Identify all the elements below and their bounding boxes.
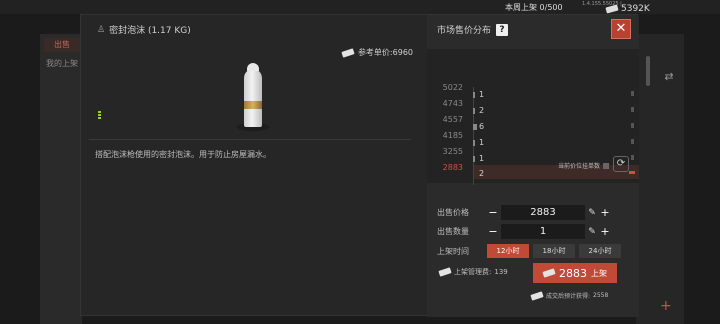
scale-tick	[631, 123, 634, 128]
background-add-icon[interactable]: +	[660, 298, 672, 314]
current-price-orders-option[interactable]: 当前价位挂单数	[558, 161, 609, 170]
price-level: 5022	[442, 83, 463, 92]
item-detail-panel: ♙ 密封泡沫 (1.17 KG) 参考单价: 6960 搭配泡沫枪使用的密封泡沫。…	[81, 15, 427, 317]
count-bar	[473, 108, 475, 114]
scale-tick	[631, 139, 634, 144]
price-input[interactable]: 2883	[501, 205, 585, 220]
price-level: 4557	[442, 115, 463, 124]
pencil-icon[interactable]: ✎	[587, 227, 597, 237]
listing-count: 2	[479, 106, 485, 115]
quantity-row: 出售数量 − 1 ✎ +	[437, 224, 611, 239]
current-price-level: 2883	[442, 163, 463, 172]
divider	[89, 139, 411, 140]
time-option-24h[interactable]: 24小时	[579, 244, 621, 258]
cash-icon	[341, 47, 355, 58]
quantity-label: 出售数量	[437, 227, 469, 236]
checkbox[interactable]	[603, 162, 609, 169]
currency-amount: 5392K	[621, 4, 650, 14]
market-title-text: 市场售价分布	[437, 26, 492, 36]
current-option-label: 当前价位挂单数	[557, 163, 600, 170]
reference-price-label: 参考单价:	[357, 48, 393, 57]
quantity-increase-button[interactable]: +	[599, 225, 611, 238]
list-item-button[interactable]: 2883 上架	[533, 263, 617, 283]
current-price-marker	[629, 171, 635, 174]
item-title: ♙ 密封泡沫 (1.17 KG)	[97, 23, 191, 37]
cash-icon	[438, 267, 452, 277]
listing-count: 1	[479, 90, 485, 99]
currency-display: 5392K	[605, 4, 650, 14]
item-image	[237, 63, 269, 131]
listing-count: 1	[479, 138, 485, 147]
listing-fee-value: 139	[494, 268, 508, 276]
price-decrease-button[interactable]: −	[487, 206, 499, 219]
price-level: 3255	[442, 147, 463, 156]
refresh-icon[interactable]: ⟳	[613, 156, 629, 172]
price-label: 出售价格	[437, 208, 469, 217]
item-rarity-marker	[98, 111, 101, 119]
price-level: 4743	[442, 99, 463, 108]
expected-earnings-value: 2558	[593, 292, 609, 299]
item-tag-icon: ♙	[97, 24, 106, 35]
help-icon[interactable]: ?	[496, 23, 509, 36]
cash-icon	[605, 4, 619, 14]
expected-earnings: 成交后预计获得: 2558	[530, 290, 609, 301]
reference-price-value: 6960	[392, 48, 413, 57]
listing-fee-label: 上架管理费:	[454, 268, 492, 276]
count-bar	[473, 92, 475, 98]
item-description: 搭配泡沫枪使用的密封泡沫。用于防止房屋漏水。	[95, 150, 271, 159]
price-row: 出售价格 − 2883 ✎ +	[437, 205, 611, 220]
reference-price: 参考单价: 6960	[341, 47, 413, 58]
background-left-panel	[40, 34, 82, 324]
time-option-18h[interactable]: 18小时	[533, 244, 575, 258]
quantity-decrease-button[interactable]: −	[487, 225, 499, 238]
count-bar	[473, 140, 475, 146]
chart-axis	[473, 87, 474, 185]
listing-time-label: 上架时间	[437, 246, 469, 256]
listing-time-row: 上架时间 12小时 18小时 24小时	[437, 244, 625, 258]
weekly-listing-counter: 本周上架 0/500	[505, 2, 563, 13]
listing-count: 6	[479, 122, 485, 131]
expected-earnings-label: 成交后预计获得:	[546, 293, 591, 300]
list-total: 2883	[559, 266, 587, 280]
listing-fee: 上架管理费: 139	[438, 267, 508, 277]
pencil-icon[interactable]: ✎	[587, 208, 597, 218]
count-bar	[473, 156, 475, 162]
listing-count: 1	[479, 154, 485, 163]
background-my-listings[interactable]: 我的上架	[46, 58, 78, 69]
quantity-input[interactable]: 1	[501, 224, 585, 239]
cash-icon	[530, 290, 544, 301]
time-option-12h[interactable]: 12小时	[487, 244, 529, 258]
list-button-label: 上架	[591, 268, 607, 278]
sell-item-dialog: ♙ 密封泡沫 (1.17 KG) 参考单价: 6960 搭配泡沫枪使用的密封泡沫。…	[80, 14, 639, 317]
price-level: 4185	[442, 131, 463, 140]
background-menu-icon[interactable]: ⇄	[658, 70, 680, 88]
weekly-listing-label: 本周上架	[505, 3, 537, 12]
item-name: 密封泡沫 (1.17 KG)	[109, 26, 191, 36]
scale-tick	[631, 107, 634, 112]
weekly-listing-count: 0/500	[539, 3, 563, 12]
close-button[interactable]: ✕	[611, 19, 631, 39]
cash-icon	[542, 268, 556, 278]
scale-tick	[631, 91, 634, 96]
background-scrollbar[interactable]	[646, 56, 650, 86]
count-bar	[473, 124, 477, 130]
listing-count: 2	[479, 169, 485, 178]
price-increase-button[interactable]: +	[599, 206, 611, 219]
scale-tick	[631, 155, 634, 160]
market-panel: 市场售价分布 ? ✕ 5022 4743 4557 4185 3255 2883…	[427, 15, 639, 317]
market-title: 市场售价分布 ?	[437, 23, 509, 36]
background-sell-tab[interactable]: 出售	[44, 38, 80, 52]
